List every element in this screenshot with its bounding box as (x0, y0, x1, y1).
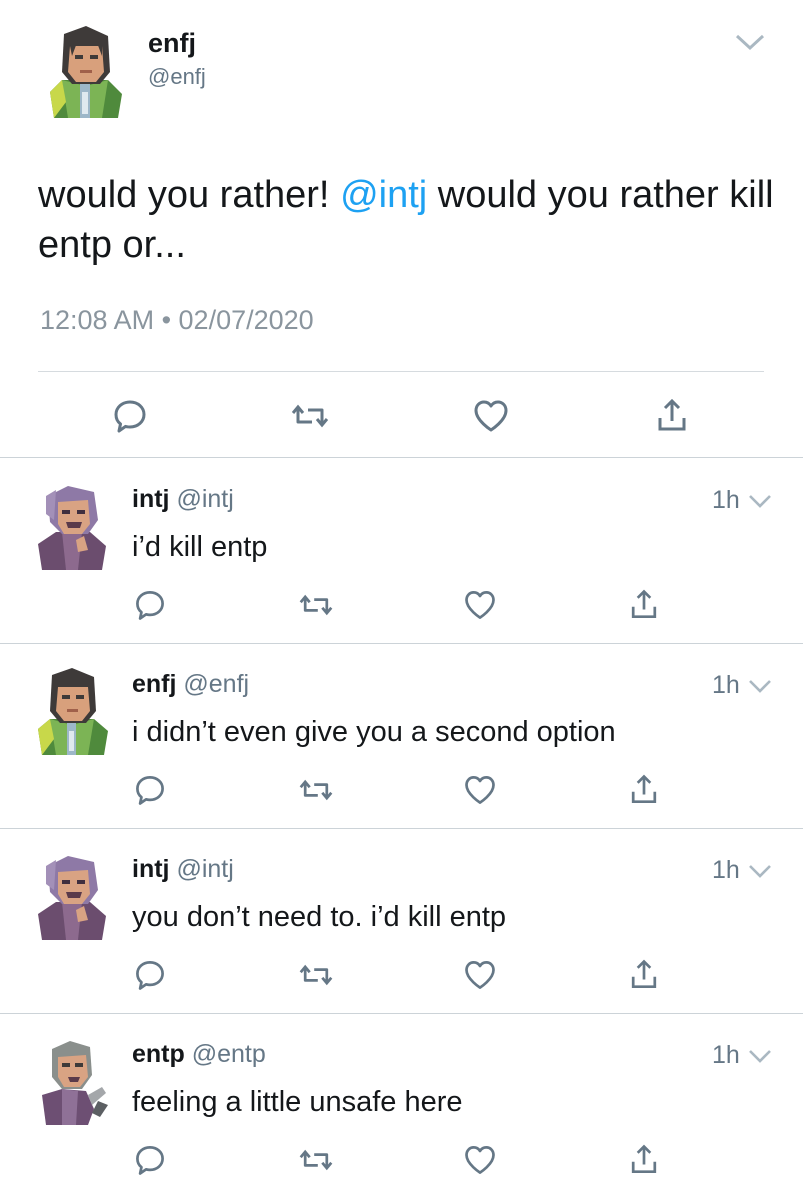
share-icon[interactable] (626, 587, 662, 623)
share-icon[interactable] (626, 1142, 662, 1178)
reply-timestamp[interactable]: 1h (712, 486, 740, 515)
reply-author[interactable]: intj @intj (132, 855, 234, 884)
reply-icon[interactable] (132, 587, 168, 623)
share-icon[interactable] (626, 957, 662, 993)
intj-avatar-icon[interactable] (32, 850, 112, 942)
divider (0, 828, 803, 829)
like-icon[interactable] (471, 396, 511, 436)
retweet-icon[interactable] (298, 772, 334, 808)
tweet-timestamp[interactable]: 12:08 AM • 02/07/2020 (40, 305, 314, 336)
reply-text: i didn’t even give you a second option (132, 716, 616, 748)
like-icon[interactable] (462, 772, 498, 808)
mention-link[interactable]: @intj (340, 174, 427, 216)
reply-icon[interactable] (132, 772, 168, 808)
reply-author[interactable]: entp @entp (132, 1040, 266, 1069)
divider (0, 643, 803, 644)
tweet-text-start: would you rather! (38, 174, 341, 216)
reply-icon[interactable] (132, 1142, 168, 1178)
reply-text: i’d kill entp (132, 531, 268, 563)
reply-text: feeling a little unsafe here (132, 1086, 463, 1118)
author-name[interactable]: enfj (148, 28, 196, 59)
reply-author-name[interactable]: entp (132, 1040, 185, 1068)
like-icon[interactable] (462, 587, 498, 623)
chevron-down-icon[interactable] (746, 861, 774, 881)
reply-icon[interactable] (132, 957, 168, 993)
entp-avatar-icon[interactable] (32, 1035, 112, 1127)
retweet-icon[interactable] (298, 1142, 334, 1178)
divider (0, 457, 803, 458)
share-icon[interactable] (652, 396, 692, 436)
divider (0, 1013, 803, 1014)
like-icon[interactable] (462, 1142, 498, 1178)
reply-text: you don’t need to. i’d kill entp (132, 901, 507, 933)
reply-author[interactable]: intj @intj (132, 485, 234, 514)
reply-icon[interactable] (110, 396, 150, 436)
retweet-icon[interactable] (298, 957, 334, 993)
reply-author-handle[interactable]: @intj (170, 485, 233, 513)
reply-timestamp[interactable]: 1h (712, 856, 740, 885)
reply-author[interactable]: enfj @enfj (132, 670, 249, 699)
chevron-down-icon[interactable] (746, 1046, 774, 1066)
share-icon[interactable] (626, 772, 662, 808)
reply-timestamp[interactable]: 1h (712, 671, 740, 700)
reply-timestamp[interactable]: 1h (712, 1041, 740, 1070)
chevron-down-icon[interactable] (746, 676, 774, 696)
enfj-avatar-icon[interactable] (32, 665, 112, 757)
tweet-text: would you rather! @intj would you rather… (38, 170, 778, 270)
reply-author-handle[interactable]: @enfj (176, 670, 249, 698)
reply-author-name[interactable]: intj (132, 855, 170, 883)
divider (38, 371, 764, 372)
reply-author-handle[interactable]: @entp (185, 1040, 266, 1068)
reply-author-handle[interactable]: @intj (170, 855, 233, 883)
intj-avatar-icon[interactable] (32, 480, 112, 572)
author-handle[interactable]: @enfj (148, 64, 206, 90)
chevron-down-icon[interactable] (733, 30, 767, 54)
like-icon[interactable] (462, 957, 498, 993)
retweet-icon[interactable] (298, 587, 334, 623)
chevron-down-icon[interactable] (746, 491, 774, 511)
retweet-icon[interactable] (290, 396, 330, 436)
reply-author-name[interactable]: enfj (132, 670, 176, 698)
enfj-avatar-icon[interactable] (42, 22, 128, 122)
reply-author-name[interactable]: intj (132, 485, 170, 513)
